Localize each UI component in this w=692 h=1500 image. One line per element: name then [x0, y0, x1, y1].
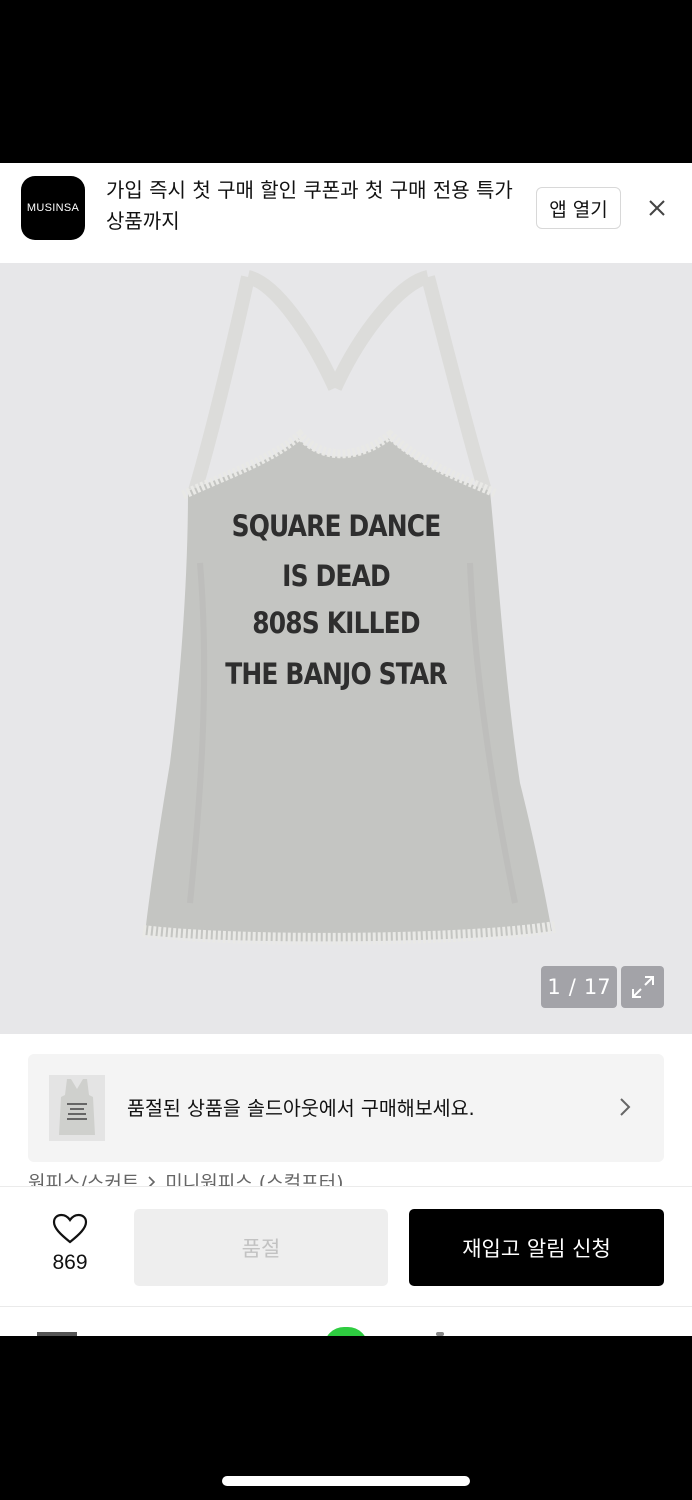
- image-counter: 1 / 17: [541, 966, 617, 1008]
- product-thumbnail: [49, 1075, 105, 1141]
- counter-total: 17: [583, 975, 611, 999]
- shirt-print-line-3: 808S KILLED: [252, 606, 420, 640]
- dress-illustration: [142, 270, 556, 945]
- home-indicator[interactable]: [222, 1476, 470, 1486]
- open-app-button[interactable]: 앱 열기: [536, 187, 621, 229]
- banner-message: 가입 즉시 첫 구매 할인 쿠폰과 첫 구매 전용 특가 상품까지: [106, 178, 513, 233]
- counter-separator: /: [568, 975, 576, 999]
- status-bar-area: [0, 0, 692, 163]
- app-install-banner: MUSINSA 가입 즉시 첫 구매 할인 쿠폰과 첫 구매 전용 특가 상품까…: [0, 163, 692, 263]
- close-icon[interactable]: [640, 191, 674, 225]
- shirt-print-line-1: SQUARE DANCE: [231, 509, 442, 543]
- shirt-print-line-4: THE BANJO STAR: [225, 657, 447, 691]
- soldout-promo-text: 품절된 상품을 솔드아웃에서 구매해보세요.: [127, 1097, 475, 1120]
- soldout-promo-card[interactable]: 품절된 상품을 솔드아웃에서 구매해보세요.: [28, 1054, 664, 1162]
- expand-icon[interactable]: [621, 966, 664, 1008]
- bottom-tab-bar: [0, 1306, 692, 1336]
- product-image[interactable]: SQUARE DANCE IS DEAD 808S KILLED THE BAN…: [0, 263, 692, 1034]
- musinsa-logo: MUSINSA: [21, 176, 85, 240]
- like-count: 869: [52, 1251, 88, 1274]
- app-screen: MUSINSA 가입 즉시 첫 구매 할인 쿠폰과 첫 구매 전용 특가 상품까…: [0, 163, 692, 1336]
- shirt-print-line-2: IS DEAD: [282, 559, 391, 593]
- soldout-button: 품절: [134, 1209, 388, 1286]
- chevron-right-icon: [618, 1096, 632, 1122]
- tab-icon-home[interactable]: [324, 1327, 368, 1336]
- like-button[interactable]: 869: [30, 1213, 110, 1275]
- counter-current: 1: [547, 975, 561, 999]
- purchase-bar: 869 품절 재입고 알림 신청: [0, 1186, 692, 1306]
- restock-alert-button[interactable]: 재입고 알림 신청: [409, 1209, 664, 1286]
- heart-icon: [52, 1213, 88, 1244]
